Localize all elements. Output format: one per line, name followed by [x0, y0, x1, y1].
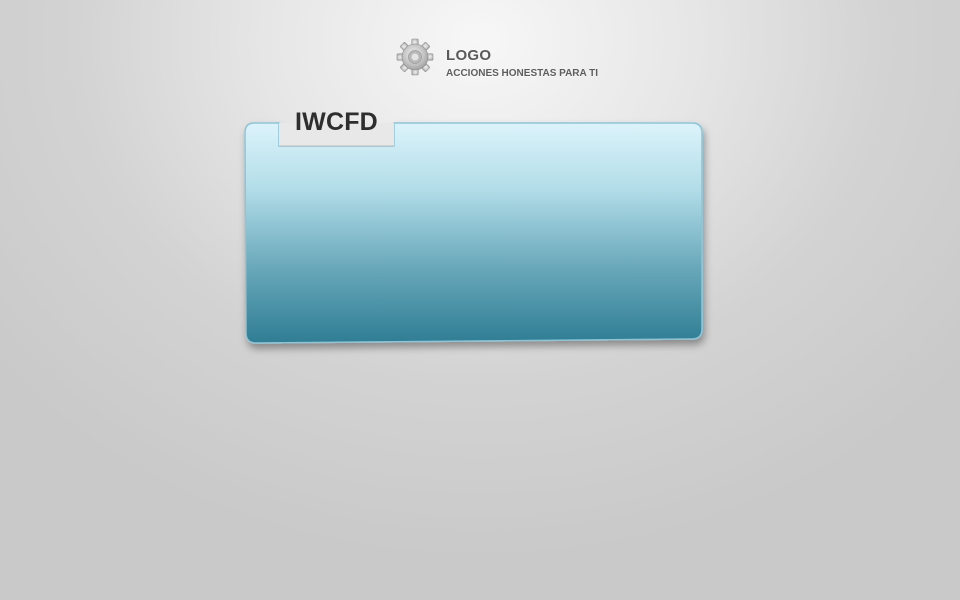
gear-icon — [396, 38, 434, 76]
brand-header: LOGO ACCIONES HONESTAS PARA TI — [396, 38, 636, 82]
panel-background — [244, 122, 703, 344]
logo-tagline: ACCIONES HONESTAS PARA TI — [446, 68, 599, 79]
content-panel: IWCFD — [244, 108, 703, 344]
panel-heading: IWCFD — [295, 108, 378, 136]
logo-title: LOGO — [446, 47, 492, 64]
